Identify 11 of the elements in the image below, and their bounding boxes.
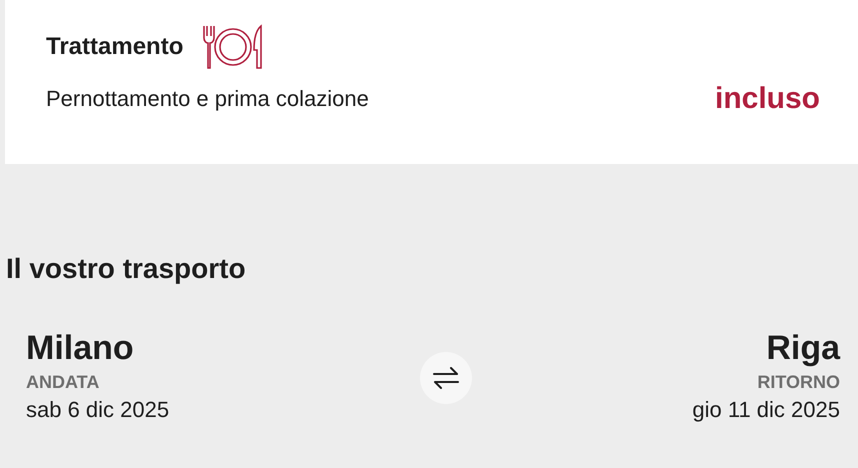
leg-date: gio 11 dic 2025: [692, 396, 840, 424]
section-title: Il vostro trasporto: [6, 253, 246, 284]
board-status: incluso: [714, 81, 820, 117]
leg-date: sab 6 dic 2025: [26, 396, 170, 424]
leg-label: RITORNO: [757, 371, 840, 394]
board-title: Trattamento: [46, 32, 184, 62]
city-name: Riga: [766, 328, 840, 369]
board-description: Pernottamento e prima colazione: [46, 85, 369, 113]
swap-arrows-icon: [432, 367, 460, 389]
city-name: Milano: [26, 328, 134, 369]
leg-label: ANDATA: [26, 371, 100, 394]
